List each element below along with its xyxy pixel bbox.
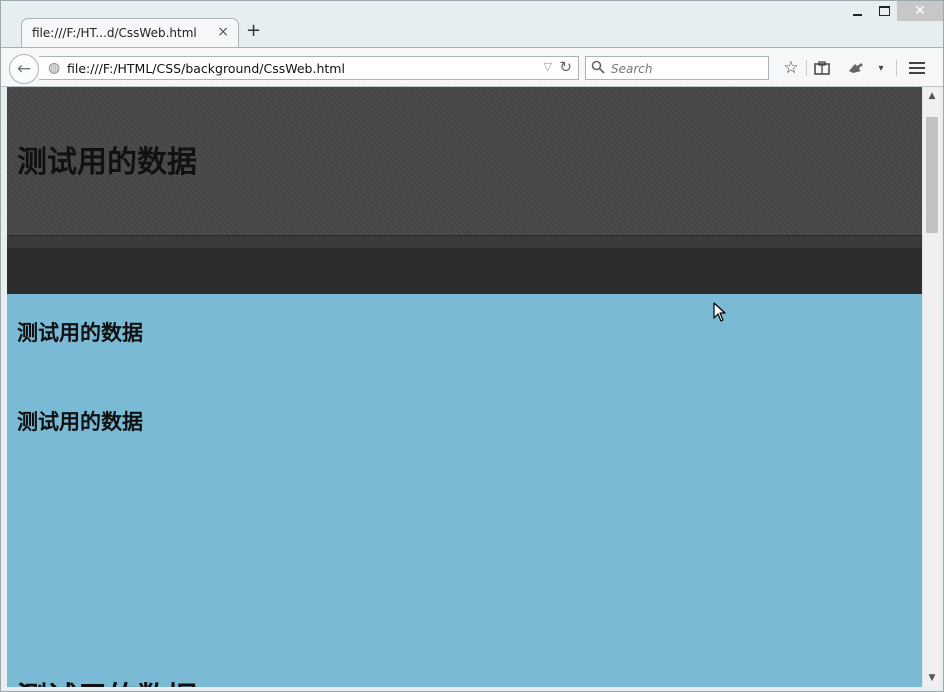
tab-close-icon[interactable]: × <box>217 24 229 40</box>
search-bar[interactable]: Search <box>585 56 769 80</box>
header-strip <box>7 236 922 248</box>
maximize-button[interactable] <box>871 1 897 21</box>
search-icon <box>591 60 605 74</box>
globe-icon: ◍ <box>48 60 61 76</box>
mouse-cursor-icon <box>713 302 726 322</box>
hamburger-menu-icon[interactable] <box>906 57 928 79</box>
addon-icon[interactable] <box>844 57 868 79</box>
section-heading-b: 测试用的数据 <box>17 409 143 434</box>
reading-list-icon[interactable] <box>811 57 833 79</box>
addon-dropdown-icon[interactable]: ▾ <box>873 57 889 79</box>
minimize-button[interactable] <box>844 1 870 21</box>
reload-icon[interactable]: ↻ <box>559 58 572 76</box>
close-window-button[interactable]: ✕ <box>897 1 943 21</box>
bookmark-star-icon[interactable]: ☆ <box>780 57 802 79</box>
navigation-bar: ← ◍ file:///F:/HTML/CSS/background/CssWe… <box>1 47 943 87</box>
url-text[interactable]: file:///F:/HTML/CSS/background/CssWeb.ht… <box>67 61 345 76</box>
history-dropdown-icon[interactable]: ▽ <box>544 60 552 73</box>
section-heading-a: 测试用的数据 <box>17 320 143 345</box>
back-button[interactable]: ← <box>9 54 39 84</box>
scroll-up-arrow-icon[interactable]: ▲ <box>923 87 941 105</box>
toolbar-separator <box>806 60 807 76</box>
scroll-down-arrow-icon[interactable]: ▼ <box>923 669 941 687</box>
tab-cssweb[interactable]: file:///F:/HT...d/CssWeb.html × <box>21 18 239 48</box>
url-bar[interactable]: ◍ file:///F:/HTML/CSS/background/CssWeb.… <box>39 56 579 80</box>
title-bar: file:///F:/HT...d/CssWeb.html × + ✕ <box>1 1 943 48</box>
header-nav-bar <box>7 248 922 294</box>
page-content: 测试用的数据 测试用的数据 测试用的数据 测试用的数据 <box>7 87 922 687</box>
toolbar-separator <box>896 60 897 76</box>
browser-window: file:///F:/HT...d/CssWeb.html × + ✕ ← ◍ … <box>0 0 944 692</box>
page-heading-top: 测试用的数据 <box>17 145 197 180</box>
page-heading-bottom: 测试用的数据 <box>17 673 197 687</box>
vertical-scrollbar[interactable]: ▲ ▼ <box>922 87 940 687</box>
tab-title: file:///F:/HT...d/CssWeb.html <box>32 26 197 40</box>
new-tab-button[interactable]: + <box>246 20 261 41</box>
scroll-thumb[interactable] <box>926 117 938 233</box>
search-input[interactable]: Search <box>611 62 653 76</box>
